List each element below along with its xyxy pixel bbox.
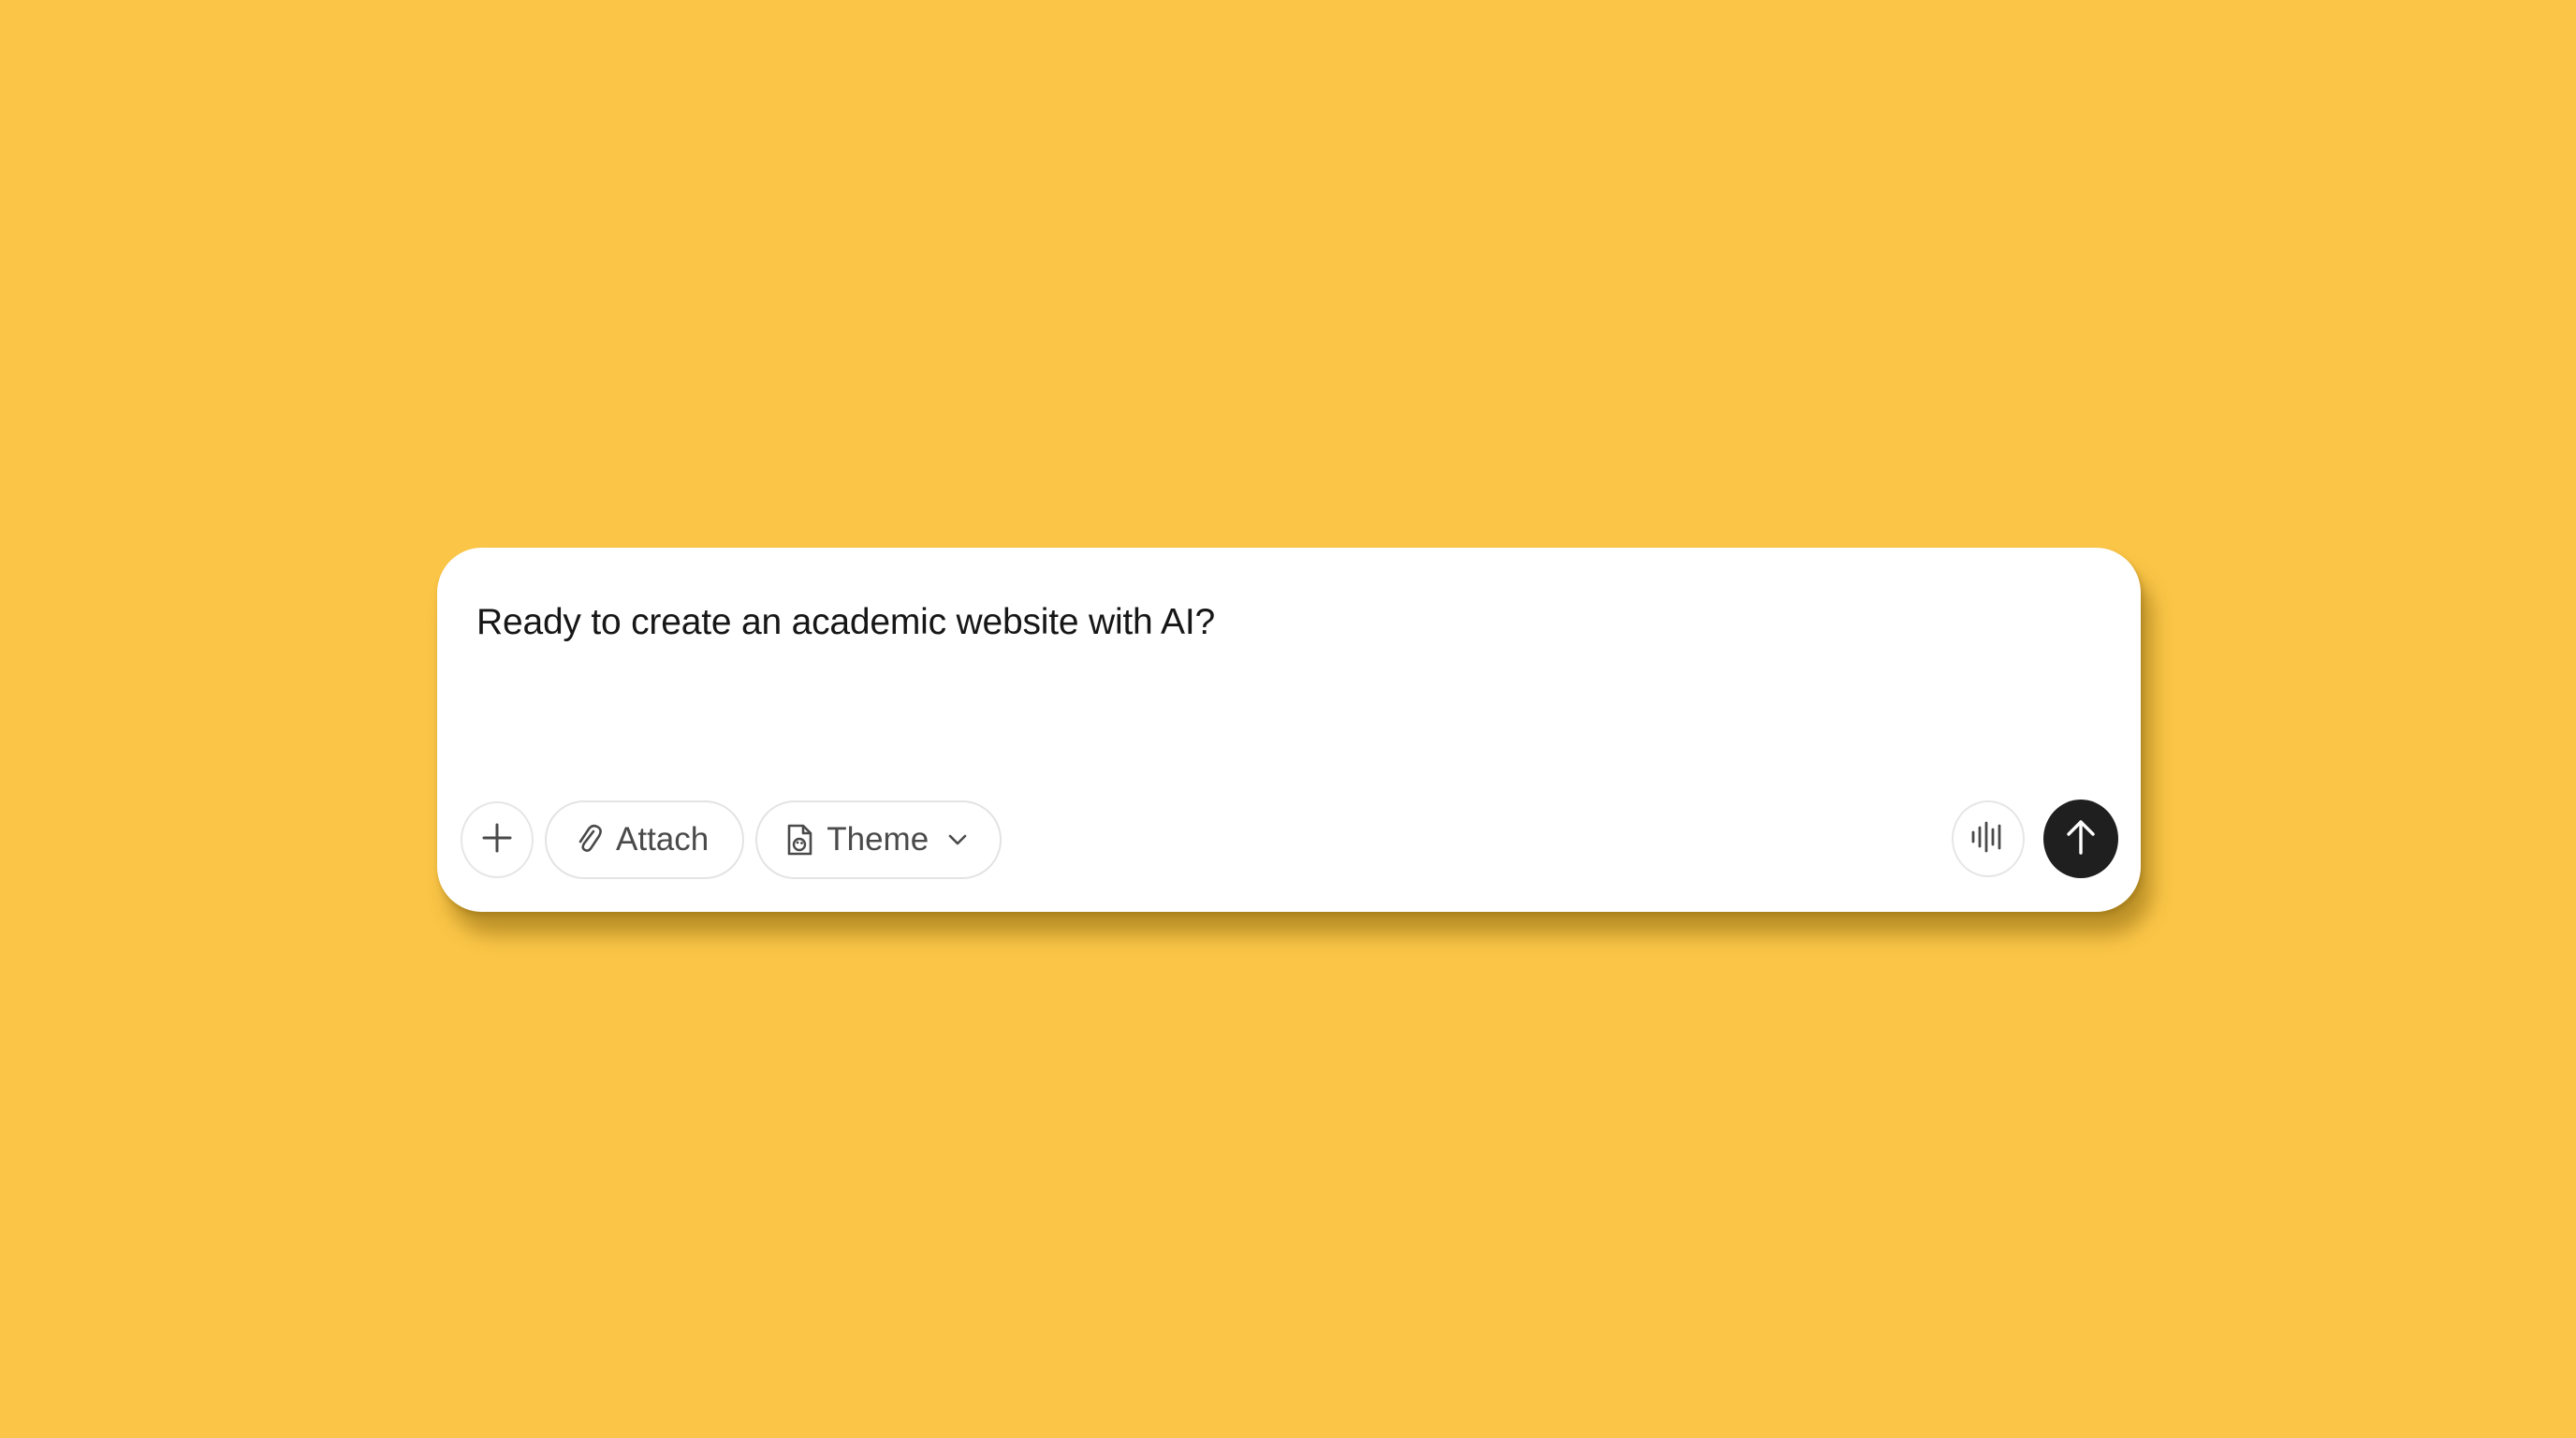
paperclip-icon [575, 823, 603, 857]
document-palette-icon [785, 823, 813, 857]
theme-dropdown[interactable]: Theme [755, 800, 1003, 879]
composer-toolbar-right [1952, 800, 2118, 878]
voice-waveform-icon [1969, 820, 2007, 858]
theme-label: Theme [827, 821, 929, 858]
send-button[interactable] [2043, 800, 2118, 878]
chevron-down-icon [947, 833, 968, 846]
attach-button[interactable]: Attach [545, 800, 745, 879]
attach-label: Attach [616, 821, 710, 858]
voice-input-button[interactable] [1952, 800, 2025, 877]
prompt-composer: Ready to create an academic website with… [437, 548, 2141, 912]
arrow-up-icon [2064, 817, 2098, 861]
add-button[interactable] [461, 801, 534, 878]
plus-icon [481, 822, 513, 858]
prompt-input[interactable]: Ready to create an academic website with… [476, 602, 1215, 643]
composer-toolbar-left: Attach Theme [461, 800, 1003, 879]
